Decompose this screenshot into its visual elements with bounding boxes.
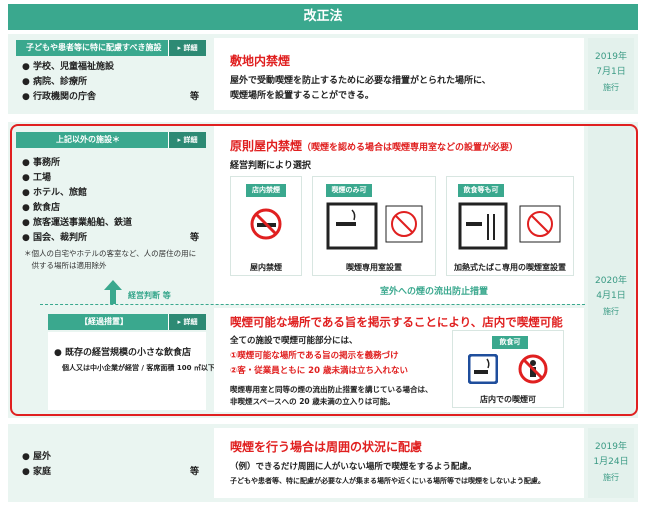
page-title: 改正法 — [8, 4, 638, 30]
effective-date: 2019年 7月1日 施行 — [588, 38, 634, 110]
special-facilities-tag[interactable]: 子どもや患者等に特に配慮すべき施設 ▸ 詳細 — [16, 40, 206, 56]
section-heading: 敷地内禁煙 — [230, 54, 291, 68]
section-description: （例）できるだけ周囲に人がいない場所で喫煙をするよう配慮。 子どもや患者等、特に… — [230, 462, 545, 485]
section-heading: 喫煙を行う場合は周囲の状況に配慮 — [230, 440, 423, 454]
list-item: ● 病院、診療所 — [22, 77, 87, 87]
detail-button[interactable]: ▸ 詳細 — [168, 40, 206, 56]
highlight-frame — [10, 124, 638, 416]
effective-date: 2019年 1月24日 施行 — [588, 428, 634, 498]
list-item: ● 家庭 — [22, 467, 51, 477]
etc-label: 等 — [190, 467, 200, 477]
list-item: ● 行政機関の庁舎 — [22, 92, 96, 102]
list-item: ● 学校、児童福祉施設 — [22, 62, 114, 72]
list-item: ● 屋外 — [22, 452, 51, 462]
etc-label: 等 — [190, 92, 200, 102]
section-description: 屋外で受動喫煙を防止するために必要な措置がとられた場所に、 喫煙場所を設置するこ… — [230, 76, 491, 101]
outdoor-list: ● 屋外 ● 家庭 — [22, 450, 51, 480]
special-facilities-list: ● 学校、児童福祉施設 ● 病院、診療所 ● 行政機関の庁舎 — [22, 60, 202, 105]
